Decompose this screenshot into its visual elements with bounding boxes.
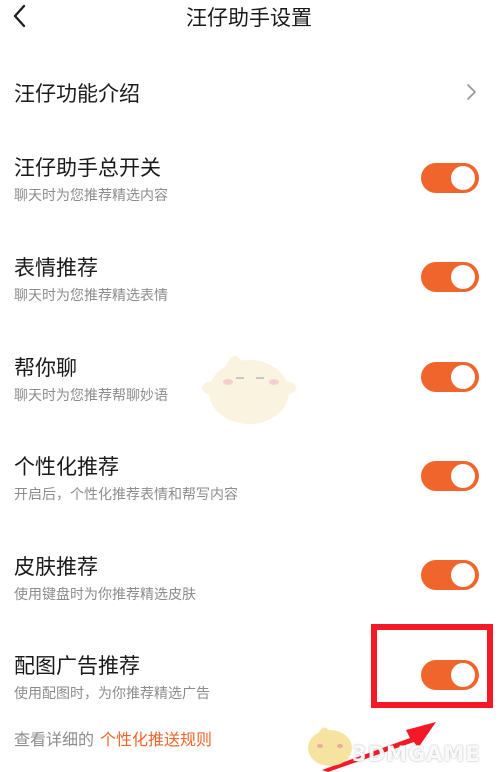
feature-intro-row[interactable]: 汪仔功能介绍 xyxy=(0,66,498,118)
push-rules-link[interactable]: 个性化推送规则 xyxy=(100,730,212,749)
setting-master-switch: 汪仔助手总开关 聊天时为您推荐精选内容 xyxy=(0,152,498,222)
toggle-knob xyxy=(451,563,475,587)
setting-description: 开启后，个性化推荐表情和帮写内容 xyxy=(14,487,238,503)
annotation-highlight-box xyxy=(371,624,493,708)
setting-emoji-recommend: 表情推荐 聊天时为您推荐精选表情 xyxy=(0,252,498,322)
setting-description: 聊天时为您推荐精选表情 xyxy=(14,288,168,304)
setting-label: 个性化推荐 xyxy=(14,455,119,479)
toggle-knob xyxy=(451,464,475,488)
setting-description: 聊天时为您推荐精选内容 xyxy=(14,188,168,204)
toggle-knob xyxy=(451,166,475,190)
site-watermark: 3DMGAME xyxy=(352,742,481,766)
chevron-right-icon xyxy=(467,84,476,100)
setting-description: 聊天时为您推荐帮聊妙语 xyxy=(14,388,168,404)
feature-intro-label: 汪仔功能介绍 xyxy=(14,82,140,106)
skin-recommend-toggle[interactable] xyxy=(421,560,479,590)
setting-skin-recommend: 皮肤推荐 使用键盘时为你推荐精选皮肤 xyxy=(0,551,498,621)
header-bar: 汪仔助手设置 xyxy=(0,0,498,40)
page-title: 汪仔助手设置 xyxy=(186,6,312,30)
personalized-recommend-toggle[interactable] xyxy=(421,461,479,491)
setting-label: 配图广告推荐 xyxy=(14,654,140,678)
master-switch-toggle[interactable] xyxy=(421,163,479,193)
mascot-watermark-icon xyxy=(202,355,296,424)
setting-label: 表情推荐 xyxy=(14,256,98,280)
setting-label: 汪仔助手总开关 xyxy=(14,156,161,180)
toggle-knob xyxy=(451,265,475,289)
setting-label: 帮你聊 xyxy=(14,356,77,380)
footer-prefix: 查看详细的 xyxy=(14,730,95,749)
setting-label: 皮肤推荐 xyxy=(14,555,98,579)
toggle-knob xyxy=(451,365,475,389)
footer-rules-note: 查看详细的 个性化推送规则 xyxy=(14,726,212,750)
setting-description: 使用键盘时为你推荐精选皮肤 xyxy=(14,587,196,603)
setting-description: 使用配图时，为你推荐精选广告 xyxy=(14,686,210,702)
setting-personalized-recommend: 个性化推荐 开启后，个性化推荐表情和帮写内容 xyxy=(0,451,498,521)
chat-helper-toggle[interactable] xyxy=(421,362,479,392)
mascot-logo-icon xyxy=(308,727,352,766)
emoji-recommend-toggle[interactable] xyxy=(421,262,479,292)
